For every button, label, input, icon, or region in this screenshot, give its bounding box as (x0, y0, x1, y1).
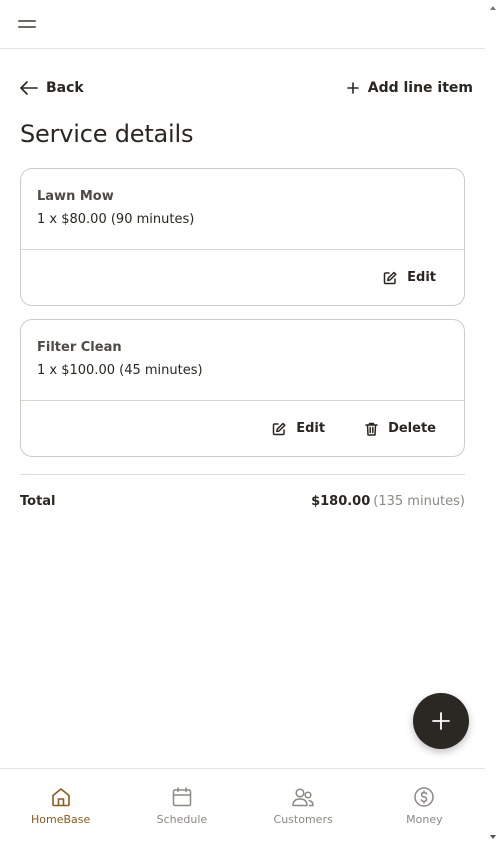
edit-icon (272, 422, 286, 435)
bottom-nav: HomeBase Schedule Customers Money (0, 768, 485, 845)
scroll-down-icon[interactable] (490, 835, 496, 839)
back-label: Back (46, 80, 84, 96)
line-item-actions: Edit (21, 249, 464, 305)
arrow-left-icon (20, 81, 38, 95)
nav-label: Money (406, 813, 443, 826)
nav-label: Customers (273, 813, 333, 826)
nav-label: Schedule (156, 813, 208, 826)
delete-label: Delete (388, 421, 436, 436)
edit-button[interactable]: Edit (383, 270, 436, 285)
add-line-item-button[interactable]: Add line item (346, 80, 473, 96)
back-button[interactable]: Back (20, 80, 84, 96)
delete-button[interactable]: Delete (365, 421, 436, 436)
app-frame: Back Add line item Service details Lawn … (0, 0, 485, 845)
edit-icon (383, 271, 397, 284)
nav-item-homebase[interactable]: HomeBase (0, 769, 121, 845)
line-item-body: Filter Clean 1 x $100.00 (45 minutes) (21, 320, 464, 400)
nav-item-schedule[interactable]: Schedule (121, 769, 242, 845)
total-minutes: (135 minutes) (373, 494, 465, 509)
plus-icon (346, 82, 359, 94)
customers-icon (292, 788, 314, 807)
top-bar (0, 0, 485, 49)
add-line-item-label: Add line item (367, 80, 473, 96)
line-item-card: Lawn Mow 1 x $80.00 (90 minutes) Edit (20, 168, 465, 306)
nav-label: HomeBase (30, 813, 91, 826)
scrollbar[interactable] (485, 0, 500, 845)
calendar-icon (172, 787, 192, 807)
divider (20, 474, 465, 475)
hamburger-icon[interactable] (18, 18, 36, 30)
line-item-name: Lawn Mow (37, 189, 114, 204)
actions-row: Back Add line item (20, 76, 473, 100)
line-item-card: Filter Clean 1 x $100.00 (45 minutes) Ed… (20, 319, 465, 457)
total-value: $180.00 (135 minutes) (311, 494, 465, 509)
line-item-detail: 1 x $80.00 (90 minutes) (37, 212, 195, 227)
edit-button[interactable]: Edit (272, 421, 325, 436)
plus-icon (432, 712, 450, 730)
add-fab-button[interactable] (413, 693, 469, 749)
home-icon (51, 788, 70, 807)
edit-label: Edit (407, 270, 436, 285)
dollar-icon (414, 787, 435, 807)
total-label: Total (20, 494, 56, 509)
page-title: Service details (20, 120, 194, 148)
edit-label: Edit (296, 421, 326, 436)
line-item-detail: 1 x $100.00 (45 minutes) (37, 363, 203, 378)
nav-item-money[interactable]: Money (364, 769, 485, 845)
trash-icon (365, 422, 378, 436)
line-item-actions: Edit Delete (21, 400, 464, 456)
line-item-body: Lawn Mow 1 x $80.00 (90 minutes) (21, 169, 464, 249)
total-row: Total $180.00 (135 minutes) (20, 494, 465, 509)
total-amount: $180.00 (311, 494, 371, 509)
line-item-name: Filter Clean (37, 340, 122, 355)
nav-item-customers[interactable]: Customers (243, 769, 364, 845)
scroll-up-icon[interactable] (490, 6, 496, 10)
